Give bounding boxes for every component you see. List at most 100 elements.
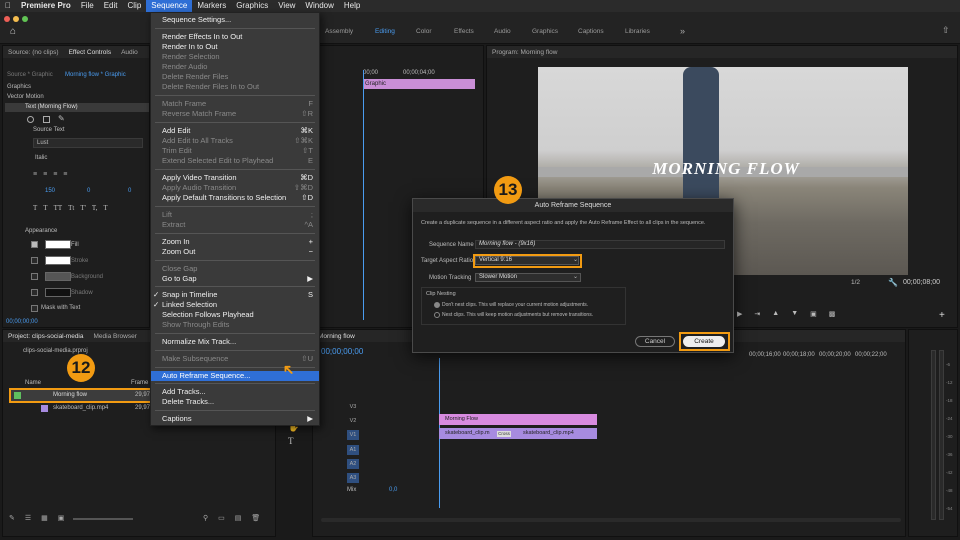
align-center-icon[interactable]: ≡ xyxy=(43,171,47,180)
menu-item-apply-video-transition[interactable]: Apply Video Transition ⌘D xyxy=(151,173,319,183)
menu-item-zoom-in[interactable]: Zoom In + xyxy=(151,237,319,247)
window-minimize-button[interactable] xyxy=(13,16,19,22)
font-style-dropdown[interactable]: Italic xyxy=(35,155,47,161)
window-zoom-button[interactable] xyxy=(22,16,28,22)
fill-swatch[interactable] xyxy=(45,240,71,249)
zoom-slider[interactable] xyxy=(73,518,133,520)
menu-item-render-selection[interactable]: Render Selection xyxy=(151,52,319,62)
effect-controls-timecode[interactable]: 00;00;00;00 xyxy=(6,319,38,325)
justify-icon[interactable]: ≡ xyxy=(63,171,67,180)
menu-app-name[interactable]: Premiere Pro xyxy=(16,0,76,12)
menu-item-show-through-edits[interactable]: Show Through Edits xyxy=(151,320,319,330)
align-left-icon[interactable]: ≡ xyxy=(33,171,37,180)
workspace-tab-captions[interactable]: Captions xyxy=(578,28,604,35)
pencil-icon[interactable]: ✎ xyxy=(9,514,15,522)
tab-media-browser[interactable]: Media Browser xyxy=(94,333,137,340)
background-checkbox[interactable] xyxy=(31,273,38,280)
underline-icon[interactable]: T xyxy=(103,204,107,212)
font-dropdown[interactable] xyxy=(33,138,143,148)
tab-source[interactable]: Source: (no clips) xyxy=(8,49,59,56)
more-workspaces-icon[interactable]: » xyxy=(680,26,685,36)
track-v2[interactable]: V2 xyxy=(347,416,359,426)
compare-icon[interactable]: ▩ xyxy=(829,310,836,318)
menu-item-normalize-mix-track[interactable]: Normalize Mix Track... xyxy=(151,337,319,347)
workspace-tab-effects[interactable]: Effects xyxy=(454,28,474,35)
menu-help[interactable]: Help xyxy=(339,0,365,12)
lift-icon[interactable]: ▲ xyxy=(772,310,779,318)
pen-icon[interactable]: ✎ xyxy=(58,114,65,123)
stroke-swatch[interactable] xyxy=(45,256,71,265)
timeline-timecode[interactable]: 00;00;00;00 xyxy=(321,347,363,356)
workspace-tab-color[interactable]: Color xyxy=(416,28,432,35)
program-title[interactable]: Program: Morning flow xyxy=(492,49,557,56)
all-caps-icon[interactable]: TT xyxy=(54,204,63,212)
stroke-checkbox[interactable] xyxy=(31,257,38,264)
menu-edit[interactable]: Edit xyxy=(99,0,123,12)
menu-item-apply-audio-transition[interactable]: Apply Audio Transition ⇧⌘D xyxy=(151,183,319,193)
menu-clip[interactable]: Clip xyxy=(123,0,147,12)
shadow-checkbox[interactable] xyxy=(31,289,38,296)
type-tool-icon[interactable]: T xyxy=(288,434,299,448)
rect-mask-icon[interactable] xyxy=(43,116,50,123)
track-a1[interactable]: A1 xyxy=(347,445,359,455)
track-v3[interactable]: V3 xyxy=(347,402,359,412)
tracking-value[interactable]: 0 xyxy=(87,188,90,194)
timeline-tab[interactable]: Morning flow xyxy=(318,333,355,340)
video-clip-2[interactable]: skateboard_clip.mp4 xyxy=(517,428,597,439)
menu-item-delete-render-files[interactable]: Delete Render Files xyxy=(151,72,319,82)
menu-item-extract[interactable]: Extract ^A xyxy=(151,220,319,230)
menu-markers[interactable]: Markers xyxy=(192,0,231,12)
extract-icon[interactable]: ▼ xyxy=(791,310,798,318)
menu-view[interactable]: View xyxy=(273,0,300,12)
menu-item-delete-tracks[interactable]: Delete Tracks... xyxy=(151,397,319,407)
menu-file[interactable]: File xyxy=(76,0,99,12)
program-timecode[interactable]: 00;00;08;00 xyxy=(903,279,940,286)
workspace-tab-libraries[interactable]: Libraries xyxy=(625,28,650,35)
col-frame-header[interactable]: Frame xyxy=(131,380,148,386)
menu-item-selection-follows-playhead[interactable]: Selection Follows Playhead xyxy=(151,310,319,320)
menu-item-snap-in-timeline[interactable]: ✓ Snap in Timeline S xyxy=(151,290,319,300)
subscript-icon[interactable]: T, xyxy=(92,204,98,212)
workspace-tab-editing[interactable]: Editing xyxy=(375,28,395,35)
add-button-icon[interactable]: + xyxy=(939,310,945,321)
menu-item-lift[interactable]: Lift; xyxy=(151,210,319,220)
home-icon[interactable]: ⌂ xyxy=(10,26,16,37)
track-a3[interactable]: A3 xyxy=(347,473,359,483)
menu-item-add-edit[interactable]: Add Edit ⌘K xyxy=(151,126,319,136)
menu-graphics[interactable]: Graphics xyxy=(231,0,273,12)
menu-item-add-edit-to-all-tracks[interactable]: Add Edit to All Tracks ⇧⌘K xyxy=(151,136,319,146)
menu-item-captions[interactable]: Captions ▶ xyxy=(151,414,319,424)
list-item[interactable]: skateboard_clip.mp4 29,97 f xyxy=(11,403,155,414)
menu-item-extend-selected-edit-to-playhead[interactable]: Extend Selected Edit to Playhead E xyxy=(151,156,319,166)
menu-sequence[interactable]: Sequence xyxy=(146,0,193,12)
graphic-clip[interactable]: Morning Flow xyxy=(439,414,597,425)
fill-checkbox[interactable] xyxy=(31,241,38,248)
menu-item-go-to-gap[interactable]: Go to Gap ▶ xyxy=(151,274,319,284)
shadow-swatch[interactable] xyxy=(45,288,71,297)
menu-item-sequence-settings[interactable]: Sequence Settings... xyxy=(151,15,319,25)
tab-audio[interactable]: Audio xyxy=(121,49,138,56)
cross-dissolve-transition[interactable]: Cross xyxy=(497,431,511,437)
workspace-tab-assembly[interactable]: Assembly xyxy=(325,28,353,35)
freeform-view-icon[interactable]: ▣ xyxy=(58,514,65,522)
small-caps-icon[interactable]: Tt xyxy=(68,204,74,212)
list-view-icon[interactable]: ☰ xyxy=(25,514,31,522)
superscript-icon[interactable]: T' xyxy=(80,204,86,212)
menu-item-apply-default-transitions-to-selection[interactable]: Apply Default Transitions to Selection ⇧D xyxy=(151,193,319,203)
nest-radio[interactable] xyxy=(434,312,440,318)
find-icon[interactable]: ⚲ xyxy=(203,514,208,522)
mix-value[interactable]: 0,0 xyxy=(389,487,397,493)
col-name-header[interactable]: Name xyxy=(25,380,41,386)
icon-view-icon[interactable]: ▦ xyxy=(41,514,48,522)
crumb-sequence[interactable]: Morning flow * Graphic xyxy=(65,72,126,78)
workspace-tab-audio[interactable]: Audio xyxy=(494,28,511,35)
background-swatch[interactable] xyxy=(45,272,71,281)
window-close-button[interactable] xyxy=(4,16,10,22)
motion-tracking-dropdown[interactable]: Slower Motion xyxy=(475,273,581,282)
kerning-value[interactable]: 0 xyxy=(128,188,131,194)
workspace-tab-graphics[interactable]: Graphics xyxy=(532,28,558,35)
step-forward-icon[interactable]: ⇥ xyxy=(754,310,760,318)
menu-item-render-audio[interactable]: Render Audio xyxy=(151,62,319,72)
new-item-icon[interactable]: ▤ xyxy=(235,514,242,522)
text-layer-label[interactable]: Text (Morning Flow) xyxy=(25,104,78,110)
